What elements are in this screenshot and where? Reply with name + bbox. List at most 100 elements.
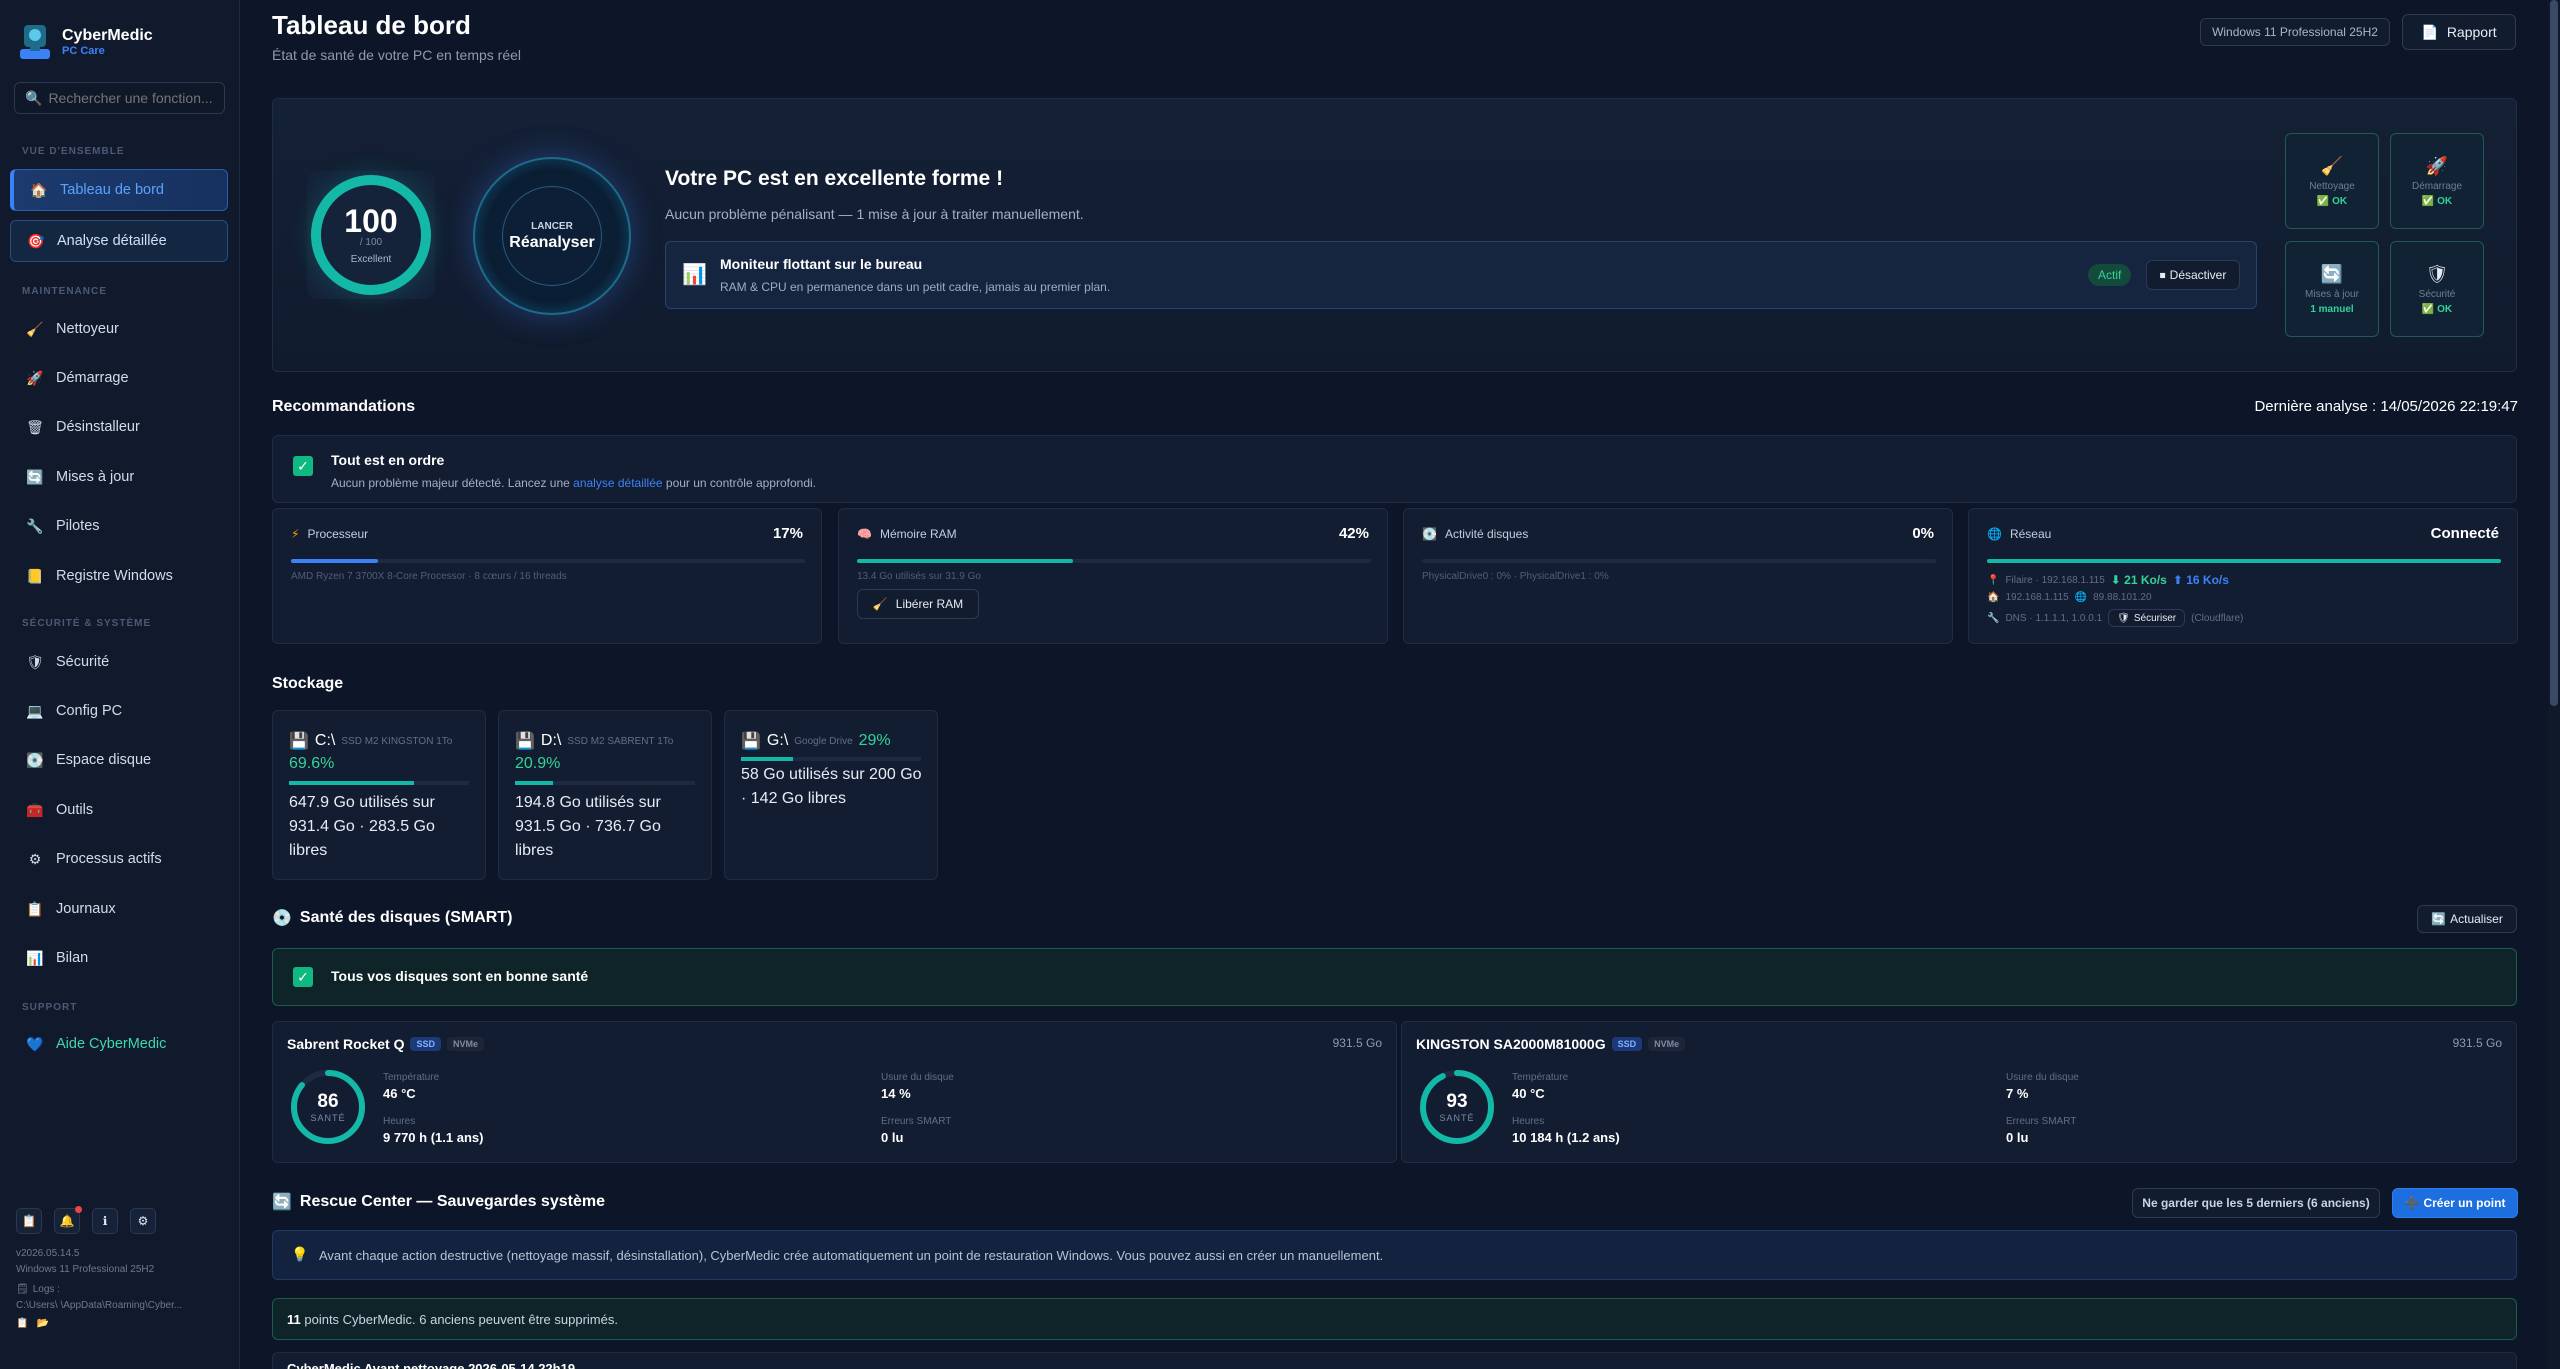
metric-cpu: ⚡ Processeur 17% AMD Ryzen 7 3700X 8-Core… bbox=[272, 508, 822, 644]
search-input[interactable] bbox=[48, 90, 229, 106]
drive-model: Google Drive bbox=[794, 735, 853, 747]
disk-bus-tag: NVMe bbox=[1648, 1037, 1686, 1051]
section-overview: VUE D'ENSEMBLE bbox=[22, 146, 125, 157]
secure-dns-button[interactable]: 🛡 Sécuriser bbox=[2108, 609, 2186, 627]
rescan-button[interactable]: LANCER Réanalyser bbox=[473, 157, 631, 315]
main-scrollbar[interactable] bbox=[2548, 0, 2560, 1369]
notifications-button[interactable]: 🔔 bbox=[54, 1206, 82, 1234]
sidebar-item-disk-space[interactable]: 💽 Espace disque bbox=[10, 739, 228, 781]
sidebar-item-report[interactable]: 📊 Bilan bbox=[10, 937, 228, 979]
info-button[interactable]: ℹ bbox=[92, 1208, 118, 1234]
score-label: Excellent bbox=[350, 254, 392, 265]
sidebar-item-help[interactable]: 💙 Aide CyberMedic bbox=[10, 1023, 228, 1065]
tile-status: ✅ OK bbox=[2316, 195, 2348, 207]
open-folder-icon[interactable]: 📂 bbox=[36, 1316, 48, 1332]
rescue-title: 🔄 Rescue Center — Sauvegardes système bbox=[272, 1192, 605, 1212]
create-restore-point-label: Créer un point bbox=[2423, 1196, 2506, 1210]
tile-updates[interactable]: 🔄 Mises à jour 1 manuel bbox=[2285, 241, 2379, 337]
disk-icon: 💽 bbox=[26, 751, 44, 768]
download-speed: ⬇ 21 Ko/s bbox=[2110, 573, 2167, 587]
copy-path-icon[interactable]: 📋 bbox=[16, 1316, 28, 1332]
section-support: SUPPORT bbox=[22, 1002, 78, 1013]
metric-label: Mémoire RAM bbox=[879, 527, 957, 541]
drive-usage-bar bbox=[515, 781, 695, 785]
tile-status: ✅ OK bbox=[2421, 195, 2453, 207]
section-maintenance: MAINTENANCE bbox=[22, 286, 107, 297]
sidebar-item-security[interactable]: 🛡 Sécurité bbox=[10, 641, 228, 683]
restore-points-text: points CyberMedic. 6 anciens peuvent êtr… bbox=[300, 1312, 618, 1327]
toolbox-icon: 🧰 bbox=[26, 801, 44, 818]
drive-card-g[interactable]: 💾 G:\ Google Drive 29% 58 Go utilisés sur 2… bbox=[724, 710, 938, 880]
sidebar-item-startup[interactable]: 🚀 Démarrage bbox=[10, 357, 228, 399]
tile-security[interactable]: 🛡 Sécurité ✅ OK bbox=[2390, 241, 2484, 337]
sidebar-item-processes[interactable]: ⚙ Processus actifs bbox=[10, 838, 228, 880]
refresh-smart-label: Actualiser bbox=[2450, 912, 2503, 926]
tile-name: Démarrage bbox=[2411, 180, 2463, 192]
reco-ok-title: Tout est en ordre bbox=[331, 452, 445, 468]
sidebar-item-uninstaller[interactable]: 🗑 Désinstalleur bbox=[10, 406, 228, 448]
sidebar-footer: 📋 🔔 ℹ ⚙ v2026.05.14.5 Windows 11 Profess… bbox=[16, 1206, 182, 1332]
cpu-bar-fill bbox=[291, 559, 379, 563]
monitor-subtitle: RAM & CPU en permanence dans un petit ca… bbox=[720, 280, 1111, 294]
drive-letter: G:\ bbox=[766, 732, 789, 749]
ram-bar bbox=[857, 559, 1371, 563]
rescan-caption: LANCER bbox=[531, 220, 573, 232]
wear-label: Usure du disque bbox=[2006, 1072, 2079, 1083]
reco-text-part: Aucun problème majeur détecté. Lancez un… bbox=[331, 476, 574, 490]
detailed-analysis-link[interactable]: analyse détaillée bbox=[573, 476, 662, 490]
smart-title-text: Santé des disques (SMART) bbox=[299, 909, 513, 926]
tile-cleaning[interactable]: 🧹 Nettoyage ✅ OK bbox=[2285, 133, 2379, 229]
restore-points-number: 11 bbox=[287, 1312, 301, 1327]
smart-title: 💿 Santé des disques (SMART) bbox=[272, 908, 512, 928]
scrollbar-thumb[interactable] bbox=[2550, 0, 2558, 706]
check-icon: ✓ bbox=[293, 967, 313, 987]
document-icon: 📄 bbox=[2421, 23, 2439, 40]
disable-monitor-label: Désactiver bbox=[2169, 268, 2227, 282]
sidebar-item-tools[interactable]: 🧰 Outils bbox=[10, 789, 228, 831]
sidebar-item-label: Désinstalleur bbox=[56, 419, 140, 435]
gear-icon: ⚙ bbox=[28, 850, 42, 867]
notes-button[interactable]: 📋 bbox=[16, 1208, 42, 1234]
drive-card-d[interactable]: 💾 D:\ SSD M2 SABRENT 1To 20.9% 194.8 Go ut… bbox=[498, 710, 712, 880]
shield-icon: 🛡 bbox=[2117, 612, 2130, 624]
settings-button[interactable]: ⚙ bbox=[130, 1208, 156, 1234]
tile-startup[interactable]: 🚀 Démarrage ✅ OK bbox=[2390, 133, 2484, 229]
sidebar-item-pc-config[interactable]: 💻 Config PC bbox=[10, 690, 228, 732]
network-bar bbox=[1987, 559, 2501, 563]
sidebar-item-detailed-analysis[interactable]: 🎯 Analyse détaillée bbox=[10, 220, 228, 262]
search-box[interactable]: 🔍 bbox=[14, 82, 229, 114]
restore-point-row[interactable]: CyberMedic Avant nettoyage 2026-05-14 22… bbox=[272, 1352, 2517, 1369]
disable-monitor-button[interactable]: ⏹ Désactiver bbox=[2146, 260, 2240, 290]
os-badge: Windows 11 Professional 25H2 bbox=[2200, 18, 2390, 46]
rescue-title-text: Rescue Center — Sauvegardes système bbox=[299, 1193, 605, 1210]
restore-point-name: CyberMedic Avant nettoyage 2026-05-14 22… bbox=[287, 1361, 576, 1369]
logs-icon: 🗒 bbox=[16, 1284, 29, 1295]
search-icon: 🔍 bbox=[25, 89, 43, 106]
score-max: / 100 bbox=[359, 237, 383, 248]
wear-value: 14 % bbox=[881, 1086, 911, 1101]
sidebar-item-drivers[interactable]: 🔧 Pilotes bbox=[10, 505, 228, 547]
broom-icon: 🧹 bbox=[26, 320, 44, 337]
free-ram-button[interactable]: 🧹 Libérer RAM bbox=[857, 589, 979, 619]
keep-last-five-button[interactable]: Ne garder que les 5 derniers (6 anciens) bbox=[2132, 1188, 2380, 1218]
metric-value: 17% bbox=[772, 525, 803, 542]
drive-icon: 💾 bbox=[289, 733, 309, 750]
rocket-icon: 🚀 bbox=[2425, 155, 2449, 176]
recommendations-title: Recommandations bbox=[272, 398, 416, 415]
sidebar-item-logs[interactable]: 📋 Journaux bbox=[10, 888, 228, 930]
gear-icon: ⚙ bbox=[137, 1214, 149, 1228]
sidebar-item-label: Tableau de bord bbox=[60, 182, 164, 198]
refresh-smart-button[interactable]: 🔄 Actualiser bbox=[2417, 905, 2517, 933]
sidebar-item-cleaner[interactable]: 🧹 Nettoyeur bbox=[10, 308, 228, 350]
sidebar-item-updates[interactable]: 🔄 Mises à jour bbox=[10, 456, 228, 498]
report-button[interactable]: 📄 Rapport bbox=[2402, 14, 2516, 50]
os-version: Windows 11 Professional 25H2 bbox=[16, 1264, 155, 1275]
check-icon: ✓ bbox=[293, 456, 313, 476]
sidebar-item-dashboard[interactable]: 🏠 Tableau de bord bbox=[10, 169, 228, 211]
drive-card-c[interactable]: 💾 C:\ SSD M2 KINGSTON 1To 69.6% 647.9 Go u… bbox=[272, 710, 486, 880]
create-restore-point-button[interactable]: ➕ Créer un point bbox=[2392, 1188, 2518, 1218]
temperature-value: 40 °C bbox=[1512, 1086, 1545, 1101]
sidebar-item-label: Sécurité bbox=[56, 654, 110, 670]
metric-value: 0% bbox=[1912, 525, 1934, 542]
sidebar-item-registry[interactable]: 📒 Registre Windows bbox=[10, 555, 228, 597]
